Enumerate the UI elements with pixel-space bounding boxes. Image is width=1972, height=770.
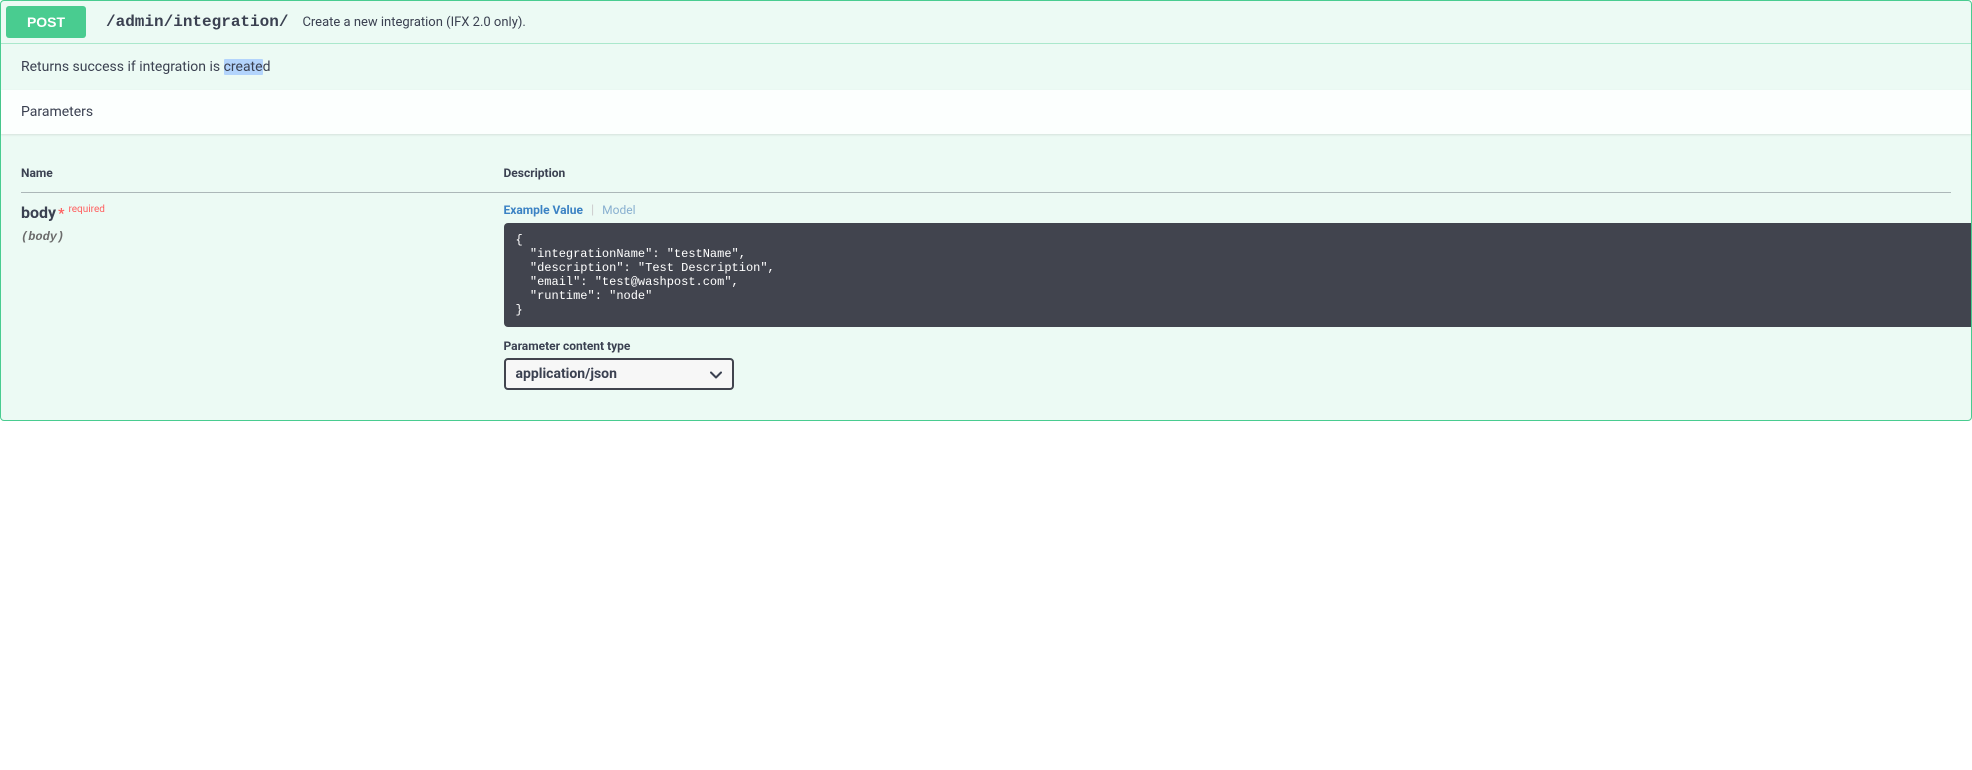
example-body-code[interactable]: { "integrationName": "testName", "descri… (504, 223, 1972, 327)
parameters-title: Parameters (21, 104, 1951, 120)
table-header-row: Name Description (21, 154, 1951, 193)
parameter-name: body (21, 203, 56, 222)
content-type-select-wrap: application/json (504, 358, 734, 390)
table-row: body* required (body) Example Value | Mod… (21, 193, 1951, 401)
parameters-table: Name Description body* required (body) Ex… (21, 154, 1951, 400)
parameters-container: Name Description body* required (body) Ex… (1, 134, 1971, 420)
tab-example-value[interactable]: Example Value (504, 203, 583, 217)
endpoint-summary: Create a new integration (IFX 2.0 only). (298, 15, 525, 30)
operation-description: Returns success if integration is create… (1, 44, 1971, 90)
content-type-label: Parameter content type (504, 339, 1952, 353)
parameter-name-cell: body* required (body) (21, 193, 504, 401)
description-text-pre: Returns success if integration is (21, 59, 224, 75)
description-text-highlight: create (224, 59, 263, 75)
tab-divider: | (591, 204, 594, 217)
operation-summary-row[interactable]: POST /admin/integration/ Create a new in… (1, 1, 1971, 44)
description-text-post: d (263, 59, 271, 75)
content-type-select[interactable]: application/json (504, 358, 734, 390)
operation-block: POST /admin/integration/ Create a new in… (0, 0, 1972, 421)
model-example-tabs: Example Value | Model (504, 203, 1952, 223)
column-name-header: Name (21, 154, 504, 193)
http-method-badge: POST (6, 6, 86, 38)
column-description-header: Description (504, 154, 1952, 193)
required-label: required (68, 204, 104, 215)
parameter-in: (body) (21, 230, 504, 244)
parameter-description-cell: Example Value | Model { "integrationName… (504, 193, 1952, 401)
parameters-section-header: Parameters (1, 90, 1971, 134)
tab-model[interactable]: Model (602, 203, 635, 217)
endpoint-path: /admin/integration/ (96, 13, 298, 31)
required-star: * (58, 206, 64, 222)
